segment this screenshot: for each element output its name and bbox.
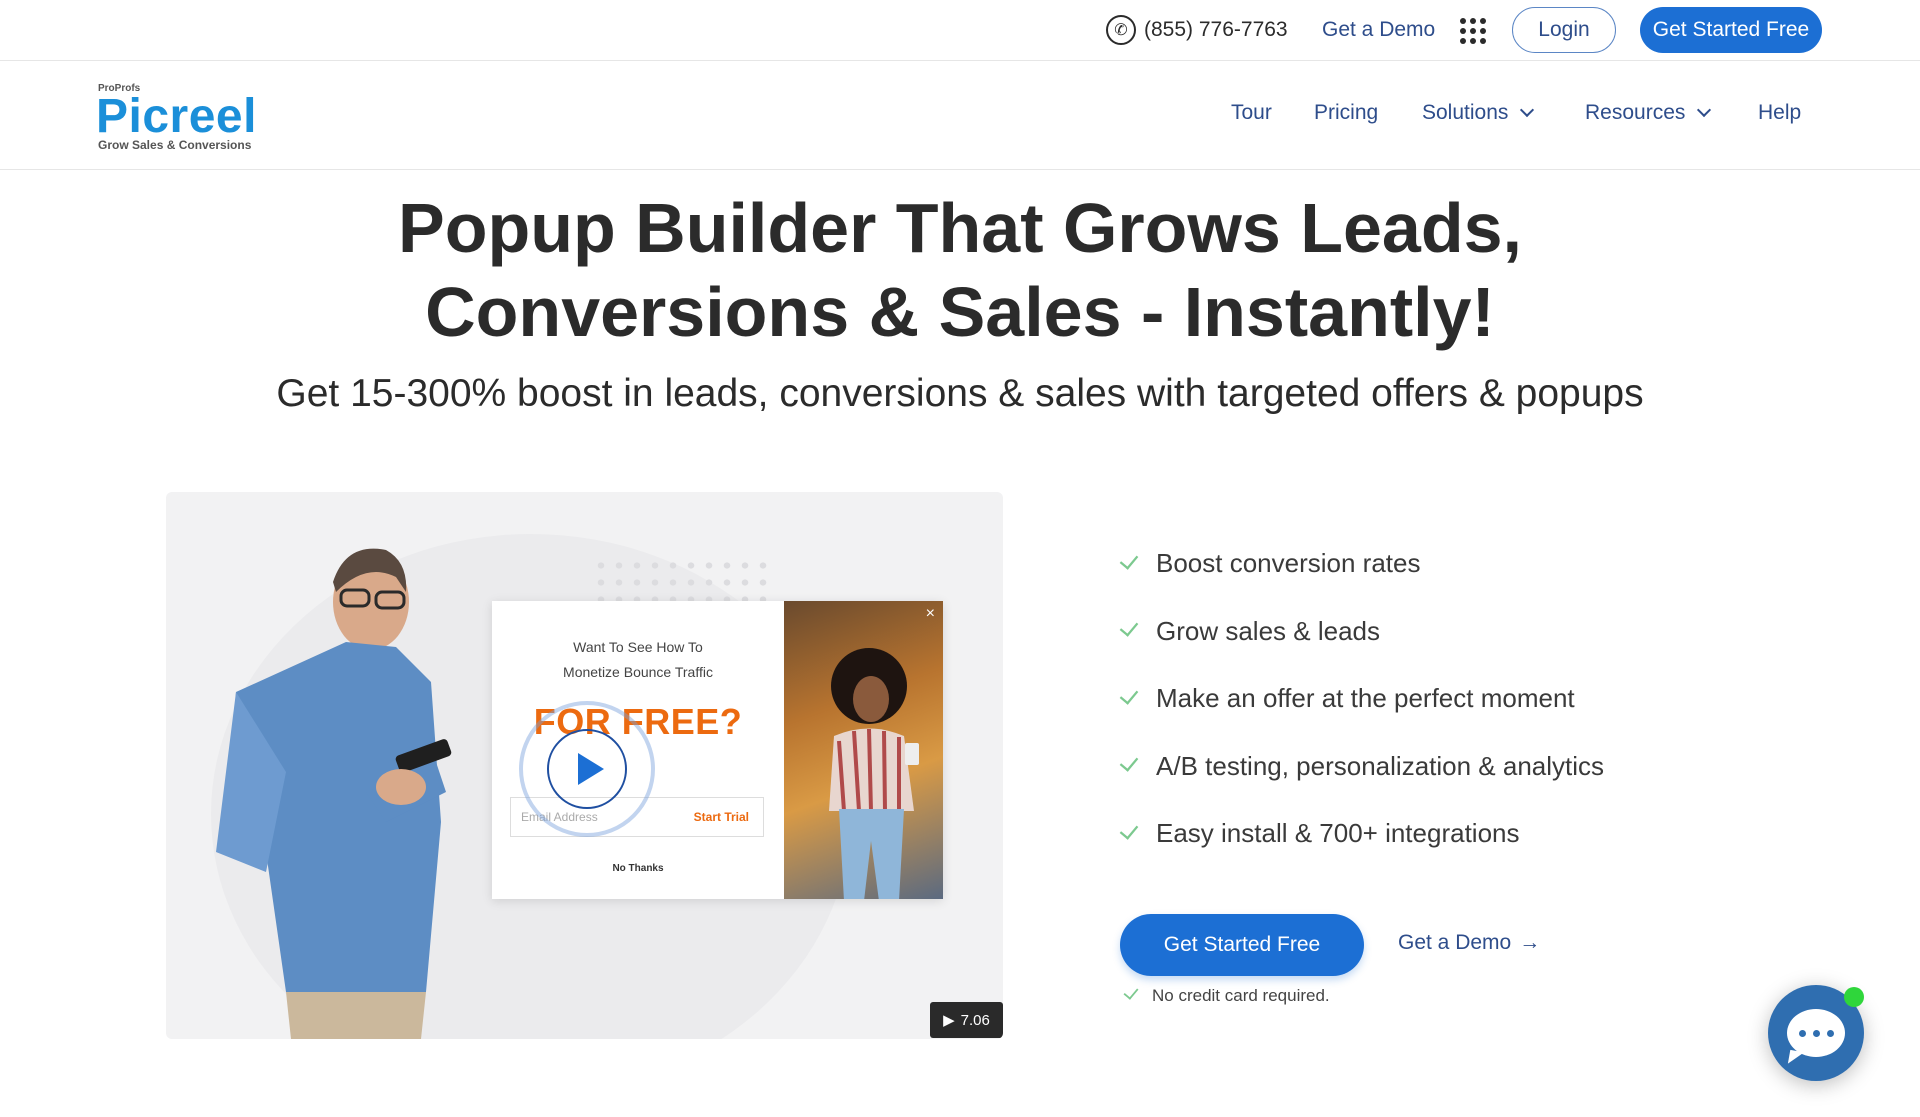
popup-woman-image: × xyxy=(784,601,943,899)
online-status-indicator xyxy=(1844,987,1864,1007)
check-icon xyxy=(1119,752,1139,772)
play-small-icon: ▶ xyxy=(943,1012,955,1029)
nav-item-pricing[interactable]: Pricing xyxy=(1314,101,1378,125)
top-utility-bar: ✆ (855) 776-7763 Get a Demo Login Get St… xyxy=(0,0,1920,61)
play-icon xyxy=(577,753,604,785)
nav-item-tour[interactable]: Tour xyxy=(1231,101,1272,125)
logo-name: Picreel xyxy=(96,90,257,143)
arrow-right-icon: → xyxy=(1519,931,1541,954)
list-item: Make an offer at the perfect moment xyxy=(1118,665,1604,733)
get-started-free-button[interactable]: Get Started Free xyxy=(1120,914,1364,976)
picreel-logo[interactable]: ProProfs Picreel Grow Sales & Conversion… xyxy=(96,83,278,153)
woman-image xyxy=(829,648,919,899)
headline-line-2: Conversions & Sales - Instantly! xyxy=(425,273,1495,351)
nav-item-help[interactable]: Help xyxy=(1758,101,1801,125)
check-icon xyxy=(1119,685,1139,705)
no-credit-card-note: No credit card required. xyxy=(1123,984,1330,1006)
demo-video[interactable]: Want To See How To Monetize Bounce Traff… xyxy=(166,492,1003,1039)
popup-start-trial: Start Trial xyxy=(693,810,749,824)
chevron-down-icon xyxy=(1697,102,1712,118)
check-icon xyxy=(1119,617,1139,637)
popup-question: Want To See How To Monetize Bounce Traff… xyxy=(563,639,713,680)
logo-tagline: Grow Sales & Conversions xyxy=(98,138,252,152)
main-navbar: ProProfs Picreel Grow Sales & Conversion… xyxy=(0,61,1920,170)
list-item: Easy install & 700+ integrations xyxy=(1118,800,1604,868)
chat-bubble-icon xyxy=(1787,1009,1845,1057)
feature-list: Boost conversion rates Grow sales & lead… xyxy=(1118,530,1604,868)
nav-item-solutions[interactable]: Solutions xyxy=(1422,101,1535,125)
grid-dots-icon[interactable] xyxy=(1460,18,1486,44)
list-item: Boost conversion rates xyxy=(1118,530,1604,598)
nav-item-resources[interactable]: Resources xyxy=(1585,101,1712,125)
list-item: A/B testing, personalization & analytics xyxy=(1118,733,1604,801)
phone-number: (855) 776-7763 xyxy=(1144,18,1288,41)
phone-contact[interactable]: ✆ (855) 776-7763 xyxy=(1106,14,1288,46)
check-icon xyxy=(1119,550,1139,570)
video-duration-badge: ▶ 7.06 xyxy=(930,1002,1003,1038)
phone-icon: ✆ xyxy=(1106,15,1136,45)
popup-no-thanks: No Thanks xyxy=(612,863,664,874)
check-icon xyxy=(1123,984,1139,1000)
get-a-demo-link[interactable]: Get a Demo → xyxy=(1398,931,1540,955)
play-button[interactable] xyxy=(547,729,627,809)
headline-line-1: Popup Builder That Grows Leads, xyxy=(398,189,1522,267)
man-with-phone-image xyxy=(216,548,452,1039)
dot-pattern xyxy=(592,557,772,607)
hero-headline: Popup Builder That Grows Leads, Conversi… xyxy=(0,186,1920,354)
list-item: Grow sales & leads xyxy=(1118,598,1604,666)
close-icon: × xyxy=(925,605,935,622)
top-get-demo-link[interactable]: Get a Demo xyxy=(1322,18,1435,42)
video-duration: 7.06 xyxy=(960,1011,990,1029)
check-icon xyxy=(1119,820,1139,840)
chevron-down-icon xyxy=(1520,102,1535,118)
top-get-started-button[interactable]: Get Started Free xyxy=(1640,7,1822,53)
hero-subhead: Get 15-300% boost in leads, conversions … xyxy=(276,372,1644,415)
login-button[interactable]: Login xyxy=(1512,7,1616,53)
